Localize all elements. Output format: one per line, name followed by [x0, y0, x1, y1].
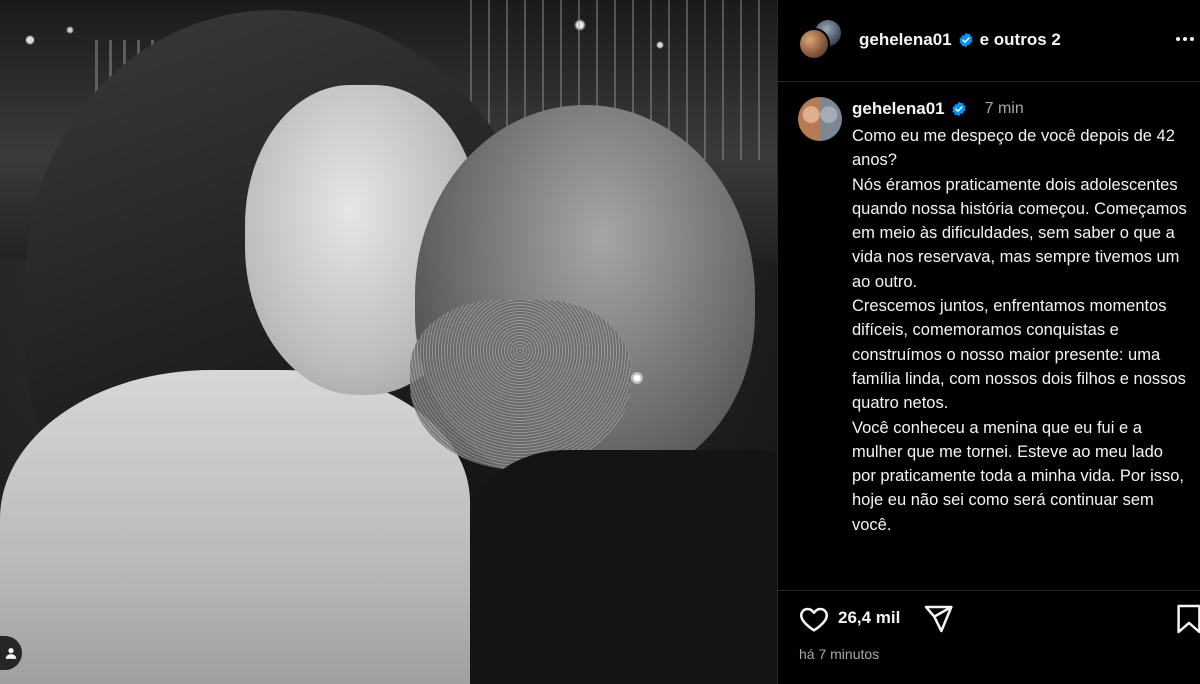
caption-paragraph: Como eu me despeço de você depois de 42 …: [852, 127, 1175, 170]
caption-username[interactable]: gehelena01: [852, 99, 945, 119]
user-icon: [5, 648, 17, 659]
paper-plane-icon[interactable]: [922, 603, 954, 635]
avatar[interactable]: [798, 97, 842, 141]
caption-text: Como eu me despeço de você depois de 42 …: [852, 124, 1187, 537]
photo-woman-body: [0, 370, 470, 684]
caption-paragraph: Você conheceu a menina que eu fui e a mu…: [852, 418, 1185, 534]
post-caption: gehelena01 7 min Como eu me despeço de v…: [778, 82, 1200, 582]
bookmark-icon[interactable]: [1176, 603, 1200, 635]
post-timestamp[interactable]: há 7 minutos: [799, 646, 879, 662]
photo-man-beard: [410, 300, 630, 470]
caption-paragraph: Crescemos juntos, enfrentamos momentos d…: [852, 297, 1186, 413]
post-side-panel: gehelena01 e outros 2 gehelena01 7 min C…: [777, 0, 1200, 684]
caption-paragraph: Nós éramos praticamente dois adolescente…: [852, 175, 1187, 291]
dot: [1183, 37, 1187, 41]
author-username[interactable]: gehelena01: [859, 30, 952, 50]
post-photo[interactable]: [0, 0, 777, 684]
post-actions: 26,4 mil há 7 minutos: [778, 590, 1200, 684]
caption-header: gehelena01 7 min: [852, 99, 1024, 119]
verified-badge-icon: [952, 101, 966, 117]
avatar: [798, 28, 830, 60]
photo-earring: [631, 372, 643, 384]
coauthors-link[interactable]: e outros 2: [980, 30, 1061, 50]
post-header: gehelena01 e outros 2: [778, 0, 1200, 82]
more-options-icon[interactable]: [1176, 26, 1200, 52]
photo-man-body: [470, 450, 777, 684]
like-count[interactable]: 26,4 mil: [838, 608, 900, 628]
caption-time: 7 min: [984, 100, 1024, 117]
dot: [1190, 37, 1194, 41]
heart-icon[interactable]: [798, 603, 830, 635]
post-author[interactable]: gehelena01 e outros 2: [859, 30, 1061, 50]
dot: [1176, 37, 1180, 41]
verified-badge-icon: [959, 32, 973, 48]
coauthor-avatars[interactable]: [798, 18, 844, 64]
